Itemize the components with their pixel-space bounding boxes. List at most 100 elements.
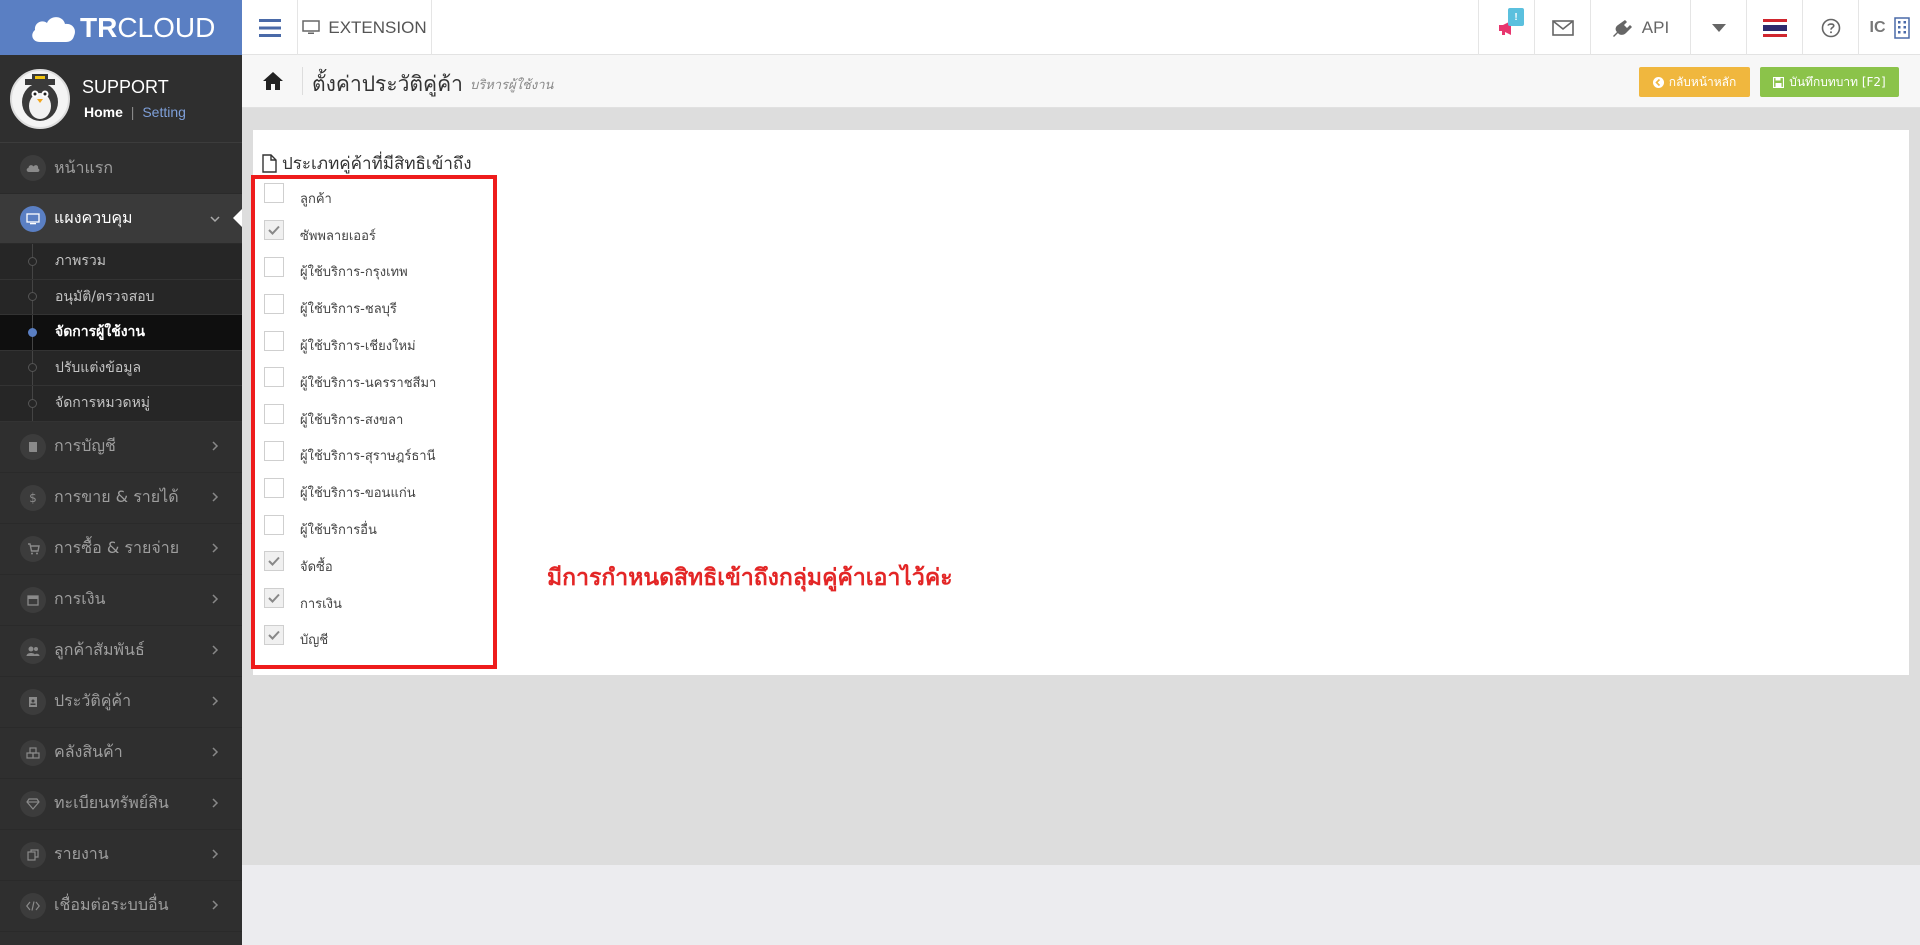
calendar-icon bbox=[20, 586, 46, 613]
checkbox[interactable] bbox=[264, 514, 284, 535]
thai-flag-icon bbox=[1762, 18, 1787, 37]
checkbox[interactable] bbox=[264, 183, 284, 204]
checkbox-row[interactable]: ผู้ใช้บริการ-เชียงใหม่ bbox=[253, 325, 436, 362]
check-icon bbox=[268, 593, 280, 604]
sidebar-item-control-panel[interactable]: แผงควบคุม bbox=[0, 194, 242, 244]
cart-icon bbox=[20, 535, 46, 562]
home-link[interactable]: Home bbox=[84, 104, 123, 120]
submenu-item-overview[interactable]: ภาพรวม bbox=[0, 244, 242, 280]
control-panel-submenu: ภาพรวม อนุมัติ/ตรวจสอบ จัดการผู้ใช้งาน ป… bbox=[0, 244, 242, 422]
checkbox-row[interactable]: ผู้ใช้บริการ-สุราษฎร์ธานี bbox=[253, 436, 436, 473]
avatar[interactable] bbox=[10, 68, 70, 129]
setting-link[interactable]: Setting bbox=[142, 104, 186, 120]
partner-access-panel: ประเภทคู่ค้าที่มีสิทธิเข้าถึง ลูกค้า ซัพพ… bbox=[253, 130, 1909, 675]
checkbox-row[interactable]: ผู้ใช้บริการ-ขอนแก่น bbox=[253, 472, 436, 509]
announcement-button[interactable]: ! bbox=[1478, 0, 1534, 55]
chevron-right-icon bbox=[212, 899, 219, 910]
submenu-item-user-management[interactable]: จัดการผู้ใช้งาน bbox=[0, 315, 242, 351]
submenu-item-approval[interactable]: อนุมัติ/ตรวจสอบ bbox=[0, 279, 242, 315]
messages-button[interactable] bbox=[1534, 0, 1590, 55]
checkbox[interactable] bbox=[264, 624, 284, 645]
code-icon bbox=[20, 892, 46, 919]
chevron-right-icon bbox=[212, 644, 219, 655]
checkbox[interactable] bbox=[264, 256, 284, 277]
dropdown-toggle-button[interactable] bbox=[1690, 0, 1746, 55]
monitor-icon bbox=[302, 20, 321, 34]
checkbox-row[interactable]: ผู้ใช้บริการ-กรุงเทพ bbox=[253, 252, 436, 289]
checkbox-label: จัดซื้อ bbox=[300, 559, 333, 575]
checkbox[interactable] bbox=[264, 588, 284, 609]
check-icon bbox=[268, 630, 280, 640]
company-code: IC bbox=[1869, 18, 1886, 36]
cloud-icon bbox=[20, 155, 46, 181]
api-button[interactable]: API bbox=[1590, 0, 1690, 55]
sidebar-item-sales[interactable]: $ การขาย & รายได้ bbox=[0, 473, 242, 524]
checkbox-row[interactable]: จัดซื้อ bbox=[253, 546, 436, 583]
checkbox[interactable] bbox=[264, 367, 284, 388]
checkbox-row[interactable]: ซัพพลายเออร์ bbox=[253, 215, 436, 252]
notification-badge: ! bbox=[1508, 8, 1524, 26]
company-button[interactable]: IC bbox=[1858, 0, 1920, 55]
checkbox[interactable] bbox=[264, 404, 284, 425]
checkbox-row[interactable]: การเงิน bbox=[253, 583, 436, 620]
back-to-main-button[interactable]: กลับหน้าหลัก bbox=[1639, 67, 1750, 97]
sidebar-item-assets[interactable]: ทะเบียนทรัพย์สิน bbox=[0, 779, 242, 830]
checkbox[interactable] bbox=[264, 330, 284, 351]
sidebar-item-label: ลูกค้าสัมพันธ์ bbox=[54, 640, 145, 659]
users-icon bbox=[20, 637, 46, 664]
sidebar-item-accounting[interactable]: การบัญชี bbox=[0, 422, 242, 473]
checkbox[interactable] bbox=[264, 220, 284, 241]
hamburger-menu-button[interactable] bbox=[242, 0, 298, 55]
submenu-item-categories[interactable]: จัดการหมวดหมู่ bbox=[0, 386, 242, 422]
checkbox[interactable] bbox=[264, 477, 284, 498]
checkbox[interactable] bbox=[264, 293, 284, 314]
envelope-icon bbox=[1551, 19, 1574, 36]
checkbox-row[interactable]: ผู้ใช้บริการ-นครราชสีมา bbox=[253, 362, 436, 399]
checkbox-label: ลูกค้า bbox=[300, 191, 332, 207]
submenu-item-label: อนุมัติ/ตรวจสอบ bbox=[55, 288, 155, 305]
check-icon bbox=[268, 226, 280, 236]
checkbox-label: ผู้ใช้บริการ-กรุงเทพ bbox=[300, 265, 408, 281]
checkbox-row[interactable]: ลูกค้า bbox=[253, 178, 436, 215]
language-button[interactable] bbox=[1746, 0, 1802, 55]
bullet-dot bbox=[28, 327, 37, 337]
home-icon[interactable] bbox=[262, 71, 284, 91]
sidebar-item-finance[interactable]: การเงิน bbox=[0, 575, 242, 626]
sidebar-item-purchases[interactable]: การซื้อ & รายจ่าย bbox=[0, 524, 242, 575]
checkbox-label: ผู้ใช้บริการ-สงขลา bbox=[300, 412, 404, 428]
chevron-right-icon bbox=[212, 542, 219, 553]
sidebar-item-label: แผงควบคุม bbox=[54, 208, 133, 227]
checkbox-row[interactable]: ผู้ใช้บริการอื่น bbox=[253, 509, 436, 546]
checkbox-label: ผู้ใช้บริการ-ชลบุรี bbox=[300, 302, 397, 318]
chevron-down-icon bbox=[210, 216, 220, 223]
bullet-dot bbox=[28, 256, 37, 266]
brand-logo[interactable]: TRCLOUD bbox=[0, 0, 242, 55]
sidebar-item-integrations[interactable]: เชื่อมต่อระบบอื่น bbox=[0, 881, 242, 932]
help-button[interactable] bbox=[1802, 0, 1858, 55]
footer-area bbox=[242, 865, 1920, 945]
submenu-item-data-settings[interactable]: ปรับแต่งข้อมูล bbox=[0, 350, 242, 386]
checkbox-row[interactable]: ผู้ใช้บริการ-สงขลา bbox=[253, 399, 436, 436]
extension-button[interactable]: EXTENSION bbox=[298, 0, 432, 55]
checkbox-label: การเงิน bbox=[300, 596, 342, 612]
book-icon bbox=[20, 433, 46, 460]
sidebar-item-label: การเงิน bbox=[54, 589, 106, 608]
chevron-right-icon bbox=[212, 746, 219, 757]
hamburger-icon bbox=[258, 18, 281, 37]
sidebar-item-inventory[interactable]: คลังสินค้า bbox=[0, 728, 242, 779]
sidebar-item-home[interactable]: หน้าแรก bbox=[0, 143, 242, 194]
monitor-icon bbox=[20, 205, 46, 232]
checkbox[interactable] bbox=[264, 440, 284, 461]
checkbox[interactable] bbox=[264, 551, 284, 572]
sidebar-item-crm[interactable]: ลูกค้าสัมพันธ์ bbox=[0, 626, 242, 677]
bullet-dot bbox=[28, 363, 37, 373]
chevron-right-icon bbox=[212, 440, 219, 451]
save-role-button[interactable]: บันทึกบทบาท [F2] bbox=[1760, 67, 1899, 97]
page-header: ตั้งค่าประวัติคู่ค้า บริหารผู้ใช้งาน กลั… bbox=[242, 55, 1920, 108]
question-circle-icon bbox=[1821, 18, 1840, 37]
checkbox-label: ผู้ใช้บริการ-สุราษฎร์ธานี bbox=[300, 449, 436, 465]
checkbox-row[interactable]: บัญชี bbox=[253, 620, 436, 657]
sidebar-item-partner-history[interactable]: ประวัติคู่ค้า bbox=[0, 677, 242, 728]
sidebar-item-reports[interactable]: รายงาน bbox=[0, 830, 242, 881]
checkbox-row[interactable]: ผู้ใช้บริการ-ชลบุรี bbox=[253, 288, 436, 325]
